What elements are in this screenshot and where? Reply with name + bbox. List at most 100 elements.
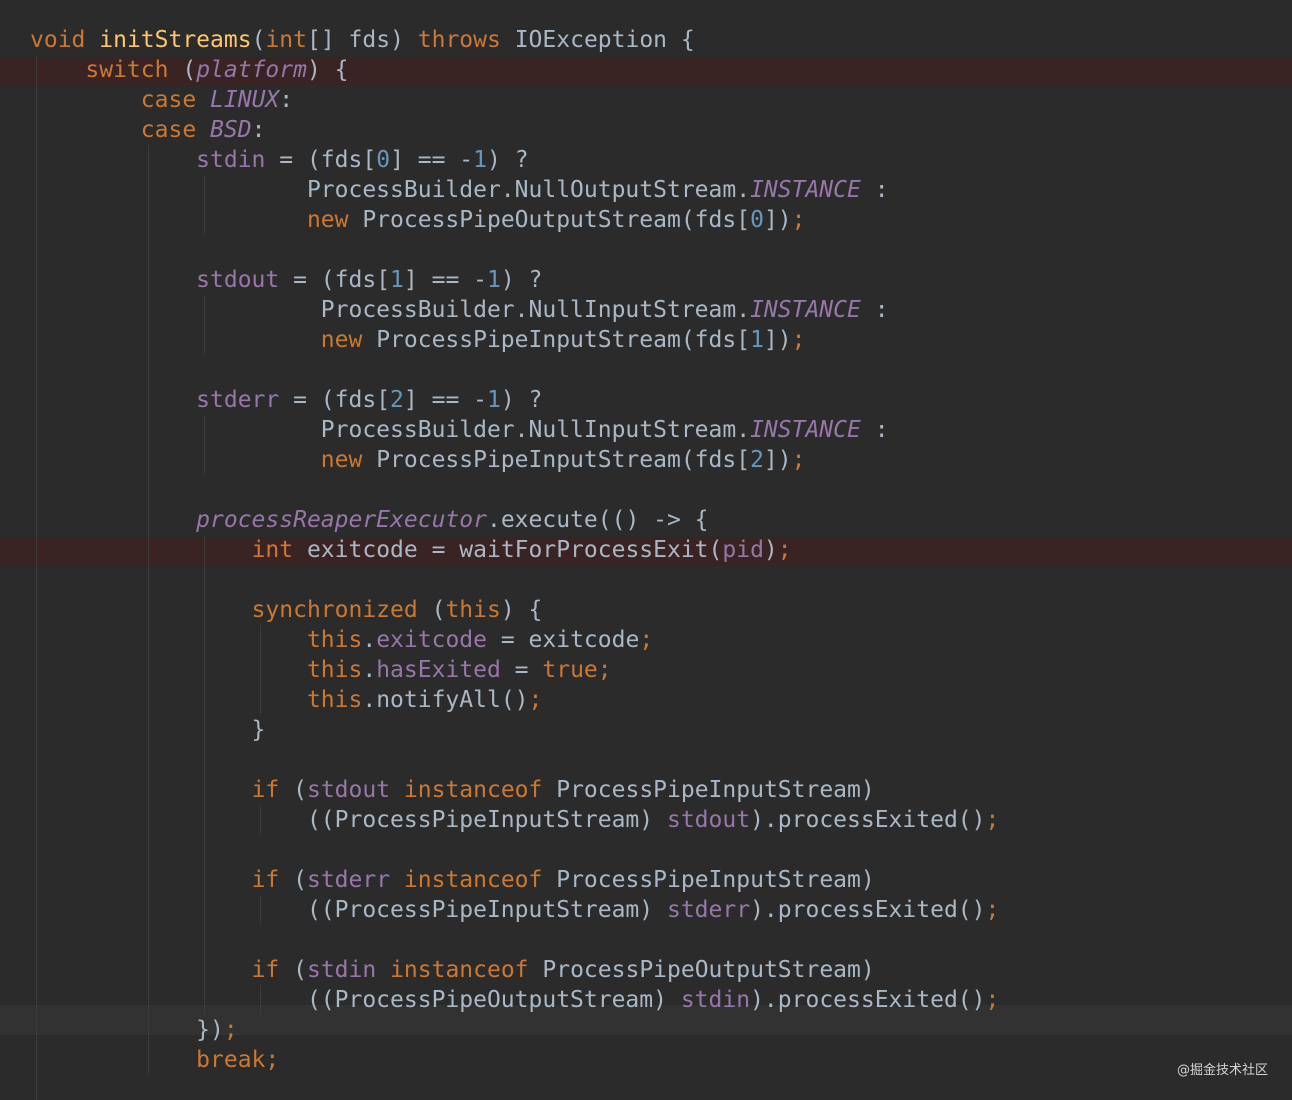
code-token: = (fds[ (279, 387, 391, 413)
code-token: ( (431, 597, 446, 623)
code-token: : (860, 297, 889, 323)
code-token: ((ProcessPipeInputStream) (30, 807, 667, 833)
code-token: ( (251, 27, 266, 53)
code-token: : (279, 87, 294, 113)
code-token: ) ? (500, 267, 543, 293)
code-line[interactable]: processReaperExecutor.execute(() -> { (30, 505, 999, 535)
code-token: IOException { (514, 27, 695, 53)
code-line[interactable]: if (stdout instanceof ProcessPipeInputSt… (30, 775, 999, 805)
code-token: ) ? (487, 147, 529, 173)
code-token: ProcessBuilder.NullInputStream. (30, 417, 751, 443)
code-line[interactable]: new ProcessPipeInputStream(fds[1]); (30, 325, 999, 355)
code-token: ProcessPipeInputStream(fds[ (376, 447, 751, 473)
code-token: ; (791, 447, 806, 473)
code-line[interactable]: ProcessBuilder.NullInputStream.INSTANCE … (30, 295, 999, 325)
code-editor[interactable]: void initStreams(int[] fds) throws IOExc… (0, 0, 1292, 1100)
code-token: ]) (763, 447, 792, 473)
code-token: this (306, 687, 363, 713)
code-line[interactable]: ProcessBuilder.NullInputStream.INSTANCE … (30, 415, 999, 445)
code-token: ProcessPipeOutputStream) (542, 957, 875, 983)
code-line[interactable]: }); (30, 1015, 999, 1045)
code-line[interactable]: this.exitcode = exitcode; (30, 625, 999, 655)
code-token: pid (722, 537, 764, 563)
code-token: 1 (487, 387, 501, 413)
code-token: INSTANCE (750, 417, 861, 443)
code-token: . (362, 657, 377, 683)
code-token: : (251, 117, 266, 143)
code-line[interactable]: if (stdin instanceof ProcessPipeOutputSt… (30, 955, 999, 985)
code-token: stdin (306, 957, 391, 983)
code-token: ; (223, 1017, 238, 1043)
code-token: exitcode = waitForProcessExit( (306, 537, 723, 563)
code-token: exitcode (376, 627, 487, 653)
code-token: ).processExited() (750, 897, 986, 923)
code-line[interactable]: stderr = (fds[2] == -1) ? (30, 385, 999, 415)
code-token: ).processExited() (750, 987, 986, 1013)
watermark-text: @掘金技术社区 (1176, 1063, 1268, 1078)
code-token: platform (196, 57, 307, 83)
code-token: ProcessPipeInputStream) (556, 867, 875, 893)
code-token: 1 (390, 267, 404, 293)
code-token: ; (528, 687, 543, 713)
code-token: = (500, 657, 543, 683)
code-token: ]) (763, 207, 792, 233)
code-token: .notifyAll() (362, 687, 529, 713)
code-line[interactable] (30, 835, 999, 865)
code-token: int (251, 537, 307, 563)
code-line[interactable] (30, 475, 999, 505)
code-token: INSTANCE (750, 297, 861, 323)
code-line[interactable] (30, 355, 999, 385)
code-line[interactable]: ProcessBuilder.NullOutputStream.INSTANCE… (30, 175, 999, 205)
code-line[interactable]: this.hasExited = true; (30, 655, 999, 685)
code-token: instanceof (403, 777, 557, 803)
code-line[interactable]: ((ProcessPipeInputStream) stdout).proces… (30, 805, 999, 835)
code-token: void (30, 27, 100, 53)
code-token: case (140, 117, 211, 143)
code-line[interactable]: } (30, 715, 999, 745)
code-token: ) ? (500, 387, 543, 413)
code-token: LINUX (210, 87, 280, 113)
code-token: 1 (750, 327, 764, 353)
code-token: = exitcode (486, 627, 640, 653)
code-line[interactable]: stdout = (fds[1] == -1) ? (30, 265, 999, 295)
code-token: ; (985, 987, 1000, 1013)
code-line[interactable]: switch (platform) { (30, 55, 999, 85)
code-line[interactable]: ((ProcessPipeOutputStream) stdin).proces… (30, 985, 999, 1015)
code-line[interactable]: void initStreams(int[] fds) throws IOExc… (30, 25, 999, 55)
code-text[interactable]: void initStreams(int[] fds) throws IOExc… (30, 25, 999, 1075)
code-token: : (860, 177, 889, 203)
code-token: new (306, 207, 363, 233)
code-token: synchronized (251, 597, 432, 623)
code-line[interactable] (30, 565, 999, 595)
code-line[interactable]: new ProcessPipeInputStream(fds[2]); (30, 445, 999, 475)
code-token: int (265, 27, 307, 53)
code-token: ]) (763, 327, 792, 353)
code-line[interactable]: stdin = (fds[0] == -1) ? (30, 145, 999, 175)
code-token: }) (30, 1017, 224, 1043)
code-line[interactable]: ((ProcessPipeInputStream) stderr).proces… (30, 895, 999, 925)
code-token: 2 (750, 447, 764, 473)
code-line[interactable] (30, 925, 999, 955)
code-line[interactable]: case LINUX: (30, 85, 999, 115)
code-line[interactable]: break; (30, 1045, 999, 1075)
code-line[interactable]: new ProcessPipeOutputStream(fds[0]); (30, 205, 999, 235)
code-line[interactable]: int exitcode = waitForProcessExit(pid); (30, 535, 999, 565)
code-line[interactable] (30, 235, 999, 265)
code-line[interactable] (30, 745, 999, 775)
code-line[interactable]: case BSD: (30, 115, 999, 145)
code-line[interactable]: if (stderr instanceof ProcessPipeInputSt… (30, 865, 999, 895)
code-token: ( (293, 777, 307, 803)
code-line[interactable]: this.notifyAll(); (30, 685, 999, 715)
code-line[interactable]: synchronized (this) { (30, 595, 999, 625)
